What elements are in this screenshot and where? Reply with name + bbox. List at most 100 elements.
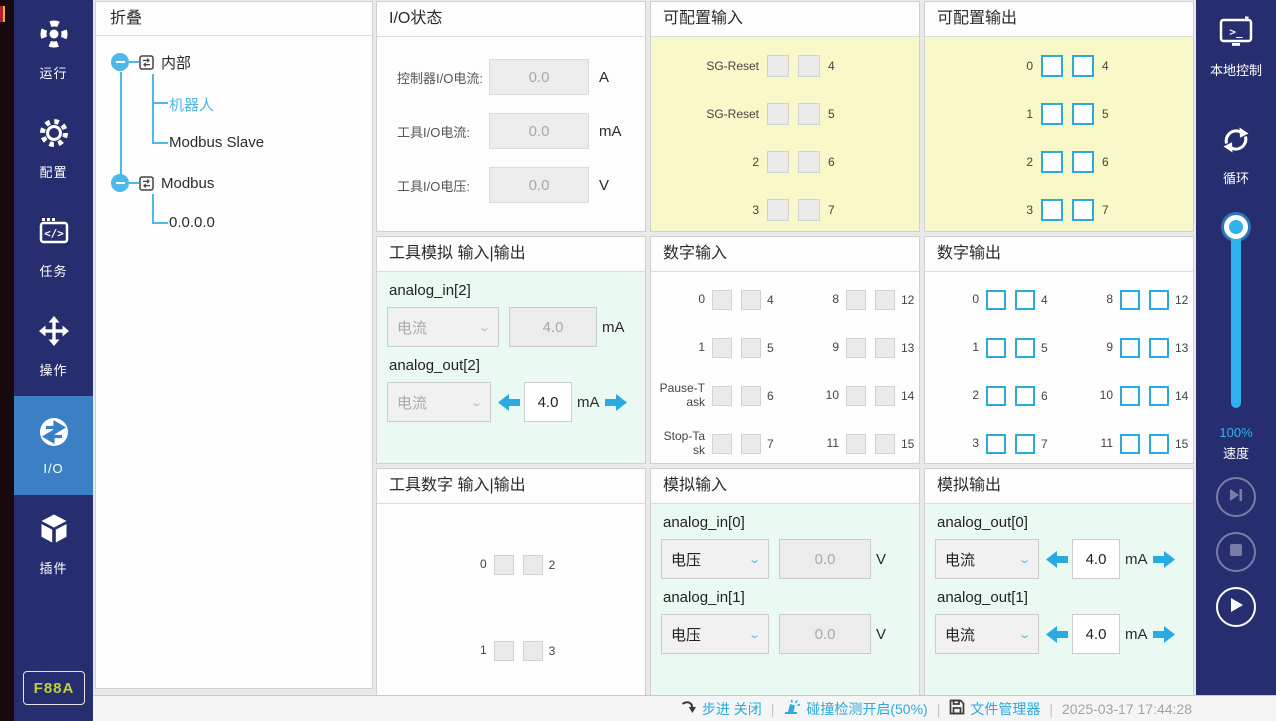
analog-out-1-mode-select[interactable]: 电流⌄	[935, 614, 1039, 654]
sidebar-item-run[interactable]: 运行	[14, 0, 93, 99]
checkbox-config-out[interactable]	[1072, 103, 1094, 125]
checkbox-digital-out[interactable]	[1120, 290, 1140, 310]
io-label: 0	[925, 59, 1033, 73]
analog-out-0-value-field[interactable]	[1072, 539, 1120, 579]
tree-item-modbus-address[interactable]: 0.0.0.0	[169, 214, 215, 231]
checkbox-digital-out[interactable]	[1015, 338, 1035, 358]
sidebar-item-io[interactable]: I/O	[14, 396, 93, 495]
channel-label: analog_in[0]	[663, 514, 909, 531]
separator: |	[771, 701, 775, 717]
sidebar-item-label: 运行	[39, 63, 67, 82]
skip-button[interactable]	[1216, 477, 1256, 517]
sidebar-item-plugin[interactable]: 插件	[14, 495, 93, 594]
tree-item-robot[interactable]: 机器人	[169, 94, 214, 115]
collision-detection-status[interactable]: 碰撞检测开启(50%)	[783, 699, 927, 719]
io-label: 3	[925, 203, 1033, 217]
terminal-icon: >_	[1218, 16, 1254, 54]
tool-analog-out-mode-select: 电流⌄	[387, 382, 491, 422]
io-label: 1	[925, 107, 1033, 121]
analog-in-1-mode-select[interactable]: 电压⌄	[661, 614, 769, 654]
checkbox-digital-out[interactable]	[986, 338, 1006, 358]
increment-arrow-icon[interactable]	[1153, 550, 1175, 569]
checkbox-digital-out[interactable]	[1120, 386, 1140, 406]
collapse-toggle-icon[interactable]	[111, 53, 129, 71]
floppy-disk-icon	[949, 699, 965, 718]
checkbox-config-out[interactable]	[1072, 151, 1094, 173]
checkbox-digital-out[interactable]	[1120, 434, 1140, 454]
file-manager-button[interactable]: 文件管理器	[949, 699, 1040, 719]
sidebar-item-label: 任务	[39, 261, 67, 280]
io-label: 5	[828, 107, 835, 121]
checkbox-digital-out[interactable]	[1015, 386, 1035, 406]
collision-icon	[783, 699, 801, 718]
analog-in-0-mode-select[interactable]: 电压⌄	[661, 539, 769, 579]
system-datetime: 2025-03-17 17:44:28	[1062, 701, 1192, 717]
tool-io-current-field	[489, 113, 589, 149]
checkbox-config-out[interactable]	[1041, 103, 1063, 125]
io-label: 7	[1102, 203, 1109, 217]
local-control-label: 本地控制	[1210, 60, 1262, 79]
field-label: 工具I/O电流:	[397, 122, 489, 141]
analog-out-0-mode-select[interactable]: 电流⌄	[935, 539, 1039, 579]
sidebar-item-task[interactable]: </> 任务	[14, 198, 93, 297]
checkbox-digital-out[interactable]	[1015, 434, 1035, 454]
checkbox-digital-out[interactable]	[1015, 290, 1035, 310]
analog-out-1-value-field[interactable]	[1072, 614, 1120, 654]
config-output-row: 1 5	[925, 90, 1193, 138]
channel-label: analog_out[1]	[937, 589, 1183, 606]
decrement-arrow-icon[interactable]	[1046, 625, 1068, 644]
tree-body: 内部 机器人 Modbus Slave Modbus 0.0.0.0	[96, 36, 372, 688]
checkbox-digital-out[interactable]	[1149, 386, 1169, 406]
checkbox-digital-out[interactable]	[1120, 338, 1140, 358]
sidebar-item-config[interactable]: 配置	[14, 99, 93, 198]
checkbox-digital-out[interactable]	[986, 386, 1006, 406]
checkbox-config-out[interactable]	[1072, 55, 1094, 77]
step-arrow-icon	[680, 699, 697, 718]
field-label: 工具I/O电压:	[397, 176, 489, 195]
checkbox-digital-in	[846, 434, 866, 454]
speed-slider-track[interactable]	[1231, 223, 1241, 408]
decrement-arrow-icon[interactable]	[1046, 550, 1068, 569]
edge-red-marker	[0, 6, 5, 22]
play-button[interactable]	[1216, 587, 1256, 627]
tool-digital-row: 0 2	[377, 522, 645, 608]
digital-output-row: 15 913	[925, 324, 1193, 372]
tree-node-label[interactable]: Modbus	[161, 175, 214, 192]
checkbox-config-out[interactable]	[1041, 55, 1063, 77]
checkbox-digital-in	[712, 290, 732, 310]
checkbox-digital-in	[712, 338, 732, 358]
sidebar-item-operate[interactable]: 操作	[14, 297, 93, 396]
tree-connector	[129, 182, 139, 184]
checkbox-config-in	[798, 151, 820, 173]
checkbox-config-out[interactable]	[1041, 151, 1063, 173]
checkbox-digital-out[interactable]	[986, 290, 1006, 310]
speed-slider-handle[interactable]	[1224, 215, 1248, 239]
status-bar: 步进 关闭 | 碰撞检测开启(50%) | 文件管理器 | 2025-03-17…	[93, 695, 1276, 721]
increment-arrow-icon[interactable]	[605, 393, 627, 412]
local-control-button[interactable]: >_ 本地控制	[1210, 16, 1262, 79]
loop-button[interactable]: 循环	[1219, 123, 1253, 187]
tree-connector	[152, 74, 154, 144]
checkbox-digital-out[interactable]	[1149, 434, 1169, 454]
checkbox-digital-in	[741, 290, 761, 310]
step-mode-status[interactable]: 步进 关闭	[680, 699, 762, 719]
controller-io-current-field	[489, 59, 589, 95]
checkbox-digital-out[interactable]	[1149, 338, 1169, 358]
collapse-toggle-icon[interactable]	[111, 174, 129, 192]
tree-item-modbus-slave[interactable]: Modbus Slave	[169, 134, 264, 151]
checkbox-config-out[interactable]	[1041, 199, 1063, 221]
tree-collapse-header[interactable]: 折叠	[96, 2, 372, 36]
checkbox-config-out[interactable]	[1072, 199, 1094, 221]
stop-button[interactable]	[1216, 532, 1256, 572]
io-label: 4	[828, 59, 835, 73]
checkbox-digital-in	[846, 386, 866, 406]
robot-model-badge[interactable]: F88A	[23, 671, 85, 705]
tool-analog-out-value-field[interactable]	[524, 382, 572, 422]
tree-node-label[interactable]: 内部	[161, 52, 191, 73]
tree-node-modbus: Modbus	[111, 169, 214, 197]
decrement-arrow-icon[interactable]	[498, 393, 520, 412]
checkbox-digital-out[interactable]	[986, 434, 1006, 454]
checkbox-digital-out[interactable]	[1149, 290, 1169, 310]
tool-io-voltage-field	[489, 167, 589, 203]
increment-arrow-icon[interactable]	[1153, 625, 1175, 644]
